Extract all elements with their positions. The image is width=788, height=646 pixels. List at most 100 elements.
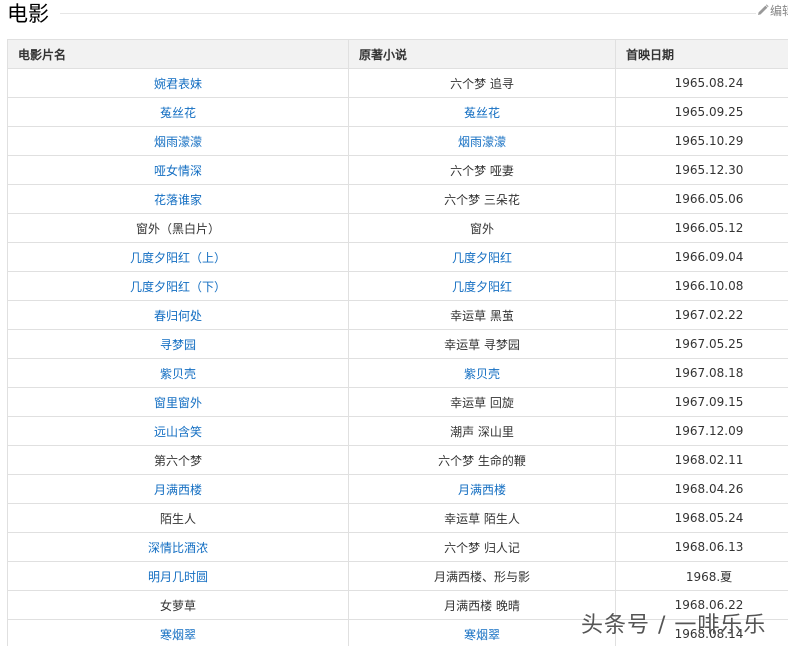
premiere-date: 1967.09.15 [674, 395, 744, 409]
novel-title-link[interactable]: 烟雨濛濛 [458, 135, 506, 149]
film-title-cell: 寒烟翠 [7, 619, 349, 646]
film-title-cell: 烟雨濛濛 [7, 126, 349, 156]
table-row: 婉君表妹 六个梦 追寻 1965.08.24 [7, 68, 788, 98]
novel-title-cell: 幸运草 陌生人 [348, 503, 616, 533]
film-title-link[interactable]: 月满西楼 [154, 483, 202, 497]
premiere-date: 1967.08.18 [674, 366, 744, 380]
table-row: 紫贝壳 紫贝壳 1967.08.18 [7, 358, 788, 388]
table-row: 深情比酒浓 六个梦 归人记 1968.06.13 [7, 532, 788, 562]
premiere-date: 1966.05.12 [674, 221, 744, 235]
premiere-date: 1968.04.26 [674, 482, 744, 496]
table-row: 春归何处 幸运草 黑茧 1967.02.22 [7, 300, 788, 330]
premiere-date: 1966.09.04 [674, 250, 744, 264]
film-title: 窗外（黑白片） [135, 221, 220, 236]
film-title-link[interactable]: 明月几时圆 [148, 570, 208, 584]
novel-title: 窗外 [469, 221, 494, 236]
film-title-link[interactable]: 远山含笑 [154, 425, 202, 439]
novel-title-link[interactable]: 几度夕阳红 [452, 280, 512, 294]
premiere-date-cell: 1967.05.25 [615, 329, 788, 359]
premiere-date-cell: 1965.08.24 [615, 68, 788, 98]
novel-title-link[interactable]: 紫贝壳 [464, 367, 500, 381]
film-title-link[interactable]: 春归何处 [154, 309, 202, 323]
film-title-link[interactable]: 哑女情深 [154, 164, 202, 178]
novel-title: 六个梦 三朵花 [444, 192, 520, 207]
table-header-row: 电影片名 原著小说 首映日期 [7, 39, 788, 69]
section-title: 电影 [7, 2, 49, 26]
novel-title-cell: 六个梦 生命的鞭 [348, 445, 616, 475]
film-title-cell: 几度夕阳红（下） [7, 271, 349, 301]
premiere-date-cell: 1965.10.29 [615, 126, 788, 156]
premiere-date: 1966.05.06 [674, 192, 744, 206]
table-row: 花落谁家 六个梦 三朵花 1966.05.06 [7, 184, 788, 214]
film-title-link[interactable]: 窗里窗外 [154, 396, 202, 410]
film-title-link[interactable]: 寒烟翠 [160, 628, 196, 642]
novel-title: 六个梦 哑妻 [450, 163, 514, 178]
film-title-link[interactable]: 紫贝壳 [160, 367, 196, 381]
novel-title: 月满西楼、形与影 [433, 569, 530, 584]
film-title-cell: 几度夕阳红（上） [7, 242, 349, 272]
premiere-date: 1968.05.24 [674, 511, 744, 525]
premiere-date-cell: 1967.09.15 [615, 387, 788, 417]
premiere-date-cell: 1966.09.04 [615, 242, 788, 272]
film-title-link[interactable]: 花落谁家 [154, 193, 202, 207]
film-title-cell: 春归何处 [7, 300, 349, 330]
premiere-date-cell: 1968.06.13 [615, 532, 788, 562]
premiere-date-cell: 1966.05.06 [615, 184, 788, 214]
novel-title: 幸运草 陌生人 [444, 511, 520, 526]
novel-title-cell: 六个梦 三朵花 [348, 184, 616, 214]
premiere-date: 1968.夏 [685, 569, 733, 584]
novel-title-link[interactable]: 菟丝花 [464, 106, 500, 120]
film-title-link[interactable]: 几度夕阳红（下） [130, 280, 226, 294]
novel-title-link[interactable]: 几度夕阳红 [452, 251, 512, 265]
premiere-date: 1968.02.11 [674, 453, 744, 467]
novel-title: 月满西楼 晚晴 [444, 598, 520, 613]
premiere-date: 1966.10.08 [674, 279, 744, 293]
film-title-cell: 陌生人 [7, 503, 349, 533]
film-title-cell: 明月几时圆 [7, 561, 349, 591]
film-table: 电影片名 原著小说 首映日期 婉君表妹 六个梦 追寻 1965.08.24 菟丝花 菟丝… [7, 39, 788, 646]
film-title-cell: 第六个梦 [7, 445, 349, 475]
novel-title-cell: 几度夕阳红 [348, 242, 616, 272]
novel-title-cell: 幸运草 寻梦园 [348, 329, 616, 359]
premiere-date-cell: 1966.10.08 [615, 271, 788, 301]
premiere-date-cell: 1966.05.12 [615, 213, 788, 243]
premiere-date-cell: 1965.12.30 [615, 155, 788, 185]
section-divider [60, 13, 756, 14]
novel-title-cell: 六个梦 哑妻 [348, 155, 616, 185]
edit-button[interactable]: 编辑 [757, 4, 788, 18]
novel-title-link[interactable]: 月满西楼 [458, 483, 506, 497]
novel-title: 六个梦 归人记 [444, 540, 520, 555]
premiere-date-cell: 1967.12.09 [615, 416, 788, 446]
table-row: 第六个梦 六个梦 生命的鞭 1968.02.11 [7, 445, 788, 475]
column-header-date: 首映日期 [615, 39, 788, 69]
page: 电影 编辑 电影片名 原著小说 首映日期 婉君表妹 六个梦 追寻 1965.08.2… [0, 0, 788, 646]
film-title-link[interactable]: 烟雨濛濛 [154, 135, 202, 149]
premiere-date: 1965.08.24 [674, 76, 744, 90]
film-title-link[interactable]: 深情比酒浓 [148, 541, 208, 555]
table-row: 烟雨濛濛 烟雨濛濛 1965.10.29 [7, 126, 788, 156]
film-title-cell: 女萝草 [7, 590, 349, 620]
premiere-date-cell: 1967.02.22 [615, 300, 788, 330]
novel-title-cell: 几度夕阳红 [348, 271, 616, 301]
film-title-link[interactable]: 菟丝花 [160, 106, 196, 120]
table-row: 陌生人 幸运草 陌生人 1968.05.24 [7, 503, 788, 533]
novel-title-cell: 六个梦 追寻 [348, 68, 616, 98]
premiere-date-cell: 1968.夏 [615, 561, 788, 591]
table-row: 窗里窗外 幸运草 回旋 1967.09.15 [7, 387, 788, 417]
column-header-novel: 原著小说 [348, 39, 616, 69]
novel-title-cell: 潮声 深山里 [348, 416, 616, 446]
novel-title: 幸运草 寻梦园 [444, 337, 520, 352]
novel-title-link[interactable]: 寒烟翠 [464, 628, 500, 642]
premiere-date: 1967.05.25 [674, 337, 744, 351]
film-title-link[interactable]: 婉君表妹 [154, 77, 202, 91]
novel-title-cell: 月满西楼、形与影 [348, 561, 616, 591]
section-header: 电影 编辑 [0, 0, 788, 34]
film-title-link[interactable]: 几度夕阳红（上） [130, 251, 226, 265]
table-row: 哑女情深 六个梦 哑妻 1965.12.30 [7, 155, 788, 185]
premiere-date: 1965.09.25 [674, 105, 744, 119]
film-title-link[interactable]: 寻梦园 [160, 338, 196, 352]
film-title-cell: 深情比酒浓 [7, 532, 349, 562]
film-title-cell: 远山含笑 [7, 416, 349, 446]
novel-title-cell: 幸运草 黑茧 [348, 300, 616, 330]
film-title-cell: 窗外（黑白片） [7, 213, 349, 243]
